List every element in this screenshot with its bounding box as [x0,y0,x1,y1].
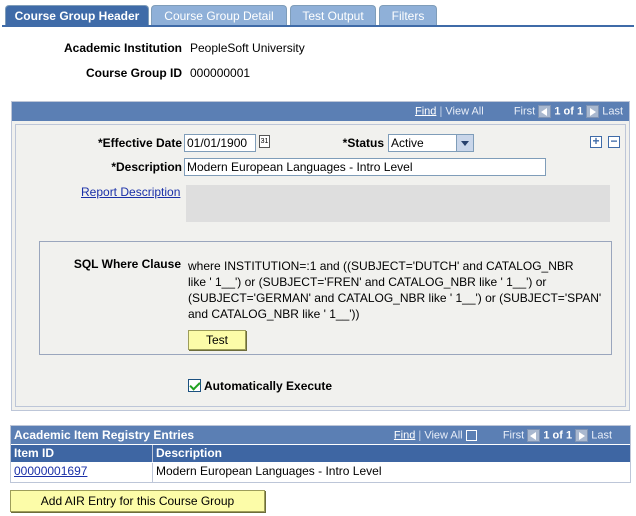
test-button[interactable]: Test [188,330,246,350]
tab-course-group-detail[interactable]: Course Group Detail [151,5,287,25]
grid-title: Academic Item Registry Entries [14,428,195,442]
grid-title-bar: Academic Item Registry Entries Find | Vi… [11,426,630,444]
chevron-down-icon[interactable] [456,135,473,151]
course-group-id-value: 000000001 [190,66,251,80]
scroll-area-body: *Effective Date 01/01/1900 31 *Status Ac… [15,124,626,407]
table-row: 00000001697 Modern European Languages - … [11,463,630,482]
sql-line: and CATALOG_NBR like ' 1__')) [188,307,360,321]
grid-previous-icon[interactable] [527,429,541,442]
sql-line: (SUBJECT='GERMAN' and CATALOG_NBR like '… [188,291,602,305]
tab-filters[interactable]: Filters [379,5,437,25]
effective-date-input[interactable]: 01/01/1900 [184,134,256,152]
academic-item-registry-grid: Academic Item Registry Entries Find | Vi… [10,425,631,483]
automatically-execute-checkbox[interactable] [188,379,201,392]
scroll-area-header: Find | View All First 1 of 1 Last [12,102,629,121]
grid-next-icon[interactable] [575,429,589,442]
next-row-icon[interactable] [586,105,600,118]
report-description-link[interactable]: Report Description [81,185,180,199]
grid-download-icon[interactable] [465,430,477,441]
grid-first-label: First [502,429,525,442]
find-link[interactable]: Find [415,105,436,117]
automatically-execute-label: Automatically Execute [204,379,333,393]
scroll-navigation: Find | View All First 1 of 1 Last [414,105,623,118]
previous-row-icon[interactable] [538,105,552,118]
grid-last-label: Last [591,429,612,442]
description-label: *Description [111,160,182,174]
delete-row-button[interactable]: − [608,135,620,148]
item-id-link[interactable]: 00000001697 [11,463,153,482]
sql-line: like ' 1__') or (SUBJECT='FREN' and CATA… [188,275,547,289]
status-value: Active [391,136,424,150]
add-row-button[interactable]: + [590,135,602,148]
status-select[interactable]: Active [388,134,474,152]
item-description: Modern European Languages - Intro Level [156,464,382,478]
last-label: Last [602,105,623,118]
column-header-description[interactable]: Description [153,445,630,462]
grid-navigation: Find | View All First 1 of 1 Last [393,429,612,442]
status-label: *Status [342,136,384,150]
effective-date-label: *Effective Date [97,136,182,150]
sql-where-clause-box: SQL Where Clause where INSTITUTION=:1 an… [39,241,612,355]
course-group-id-label: Course Group ID [85,66,182,80]
report-description-field[interactable] [186,185,610,222]
sql-where-clause-label: SQL Where Clause [73,257,181,271]
academic-institution-value: PeopleSoft University [190,41,305,55]
grid-header-row: Item ID Description [11,445,630,462]
column-header-item-id[interactable]: Item ID [11,445,153,462]
tab-test-output[interactable]: Test Output [290,5,376,25]
grid-find-link[interactable]: Find [394,429,415,441]
tab-course-group-header[interactable]: Course Group Header [5,5,149,26]
grid-row-count: 1 of 1 [543,429,573,442]
calendar-icon[interactable]: 31 [259,135,270,148]
row-count: 1 of 1 [554,105,584,118]
description-input[interactable]: Modern European Languages - Intro Level [184,158,546,176]
sql-line: where INSTITUTION=:1 and ((SUBJECT='DUTC… [188,259,574,273]
grid-view-all-link[interactable]: View All [424,429,462,441]
effective-dated-scroll-area: Find | View All First 1 of 1 Last *Effec… [11,101,630,411]
sql-where-clause-text: where INSTITUTION=:1 and ((SUBJECT='DUTC… [188,258,608,322]
tab-underline [2,25,634,27]
calendar-icon-text: 31 [260,138,269,145]
first-label: First [513,105,536,118]
academic-institution-label: Academic Institution [63,41,182,55]
view-all-link[interactable]: View All [445,105,483,117]
add-air-entry-button[interactable]: Add AIR Entry for this Course Group [10,490,265,512]
